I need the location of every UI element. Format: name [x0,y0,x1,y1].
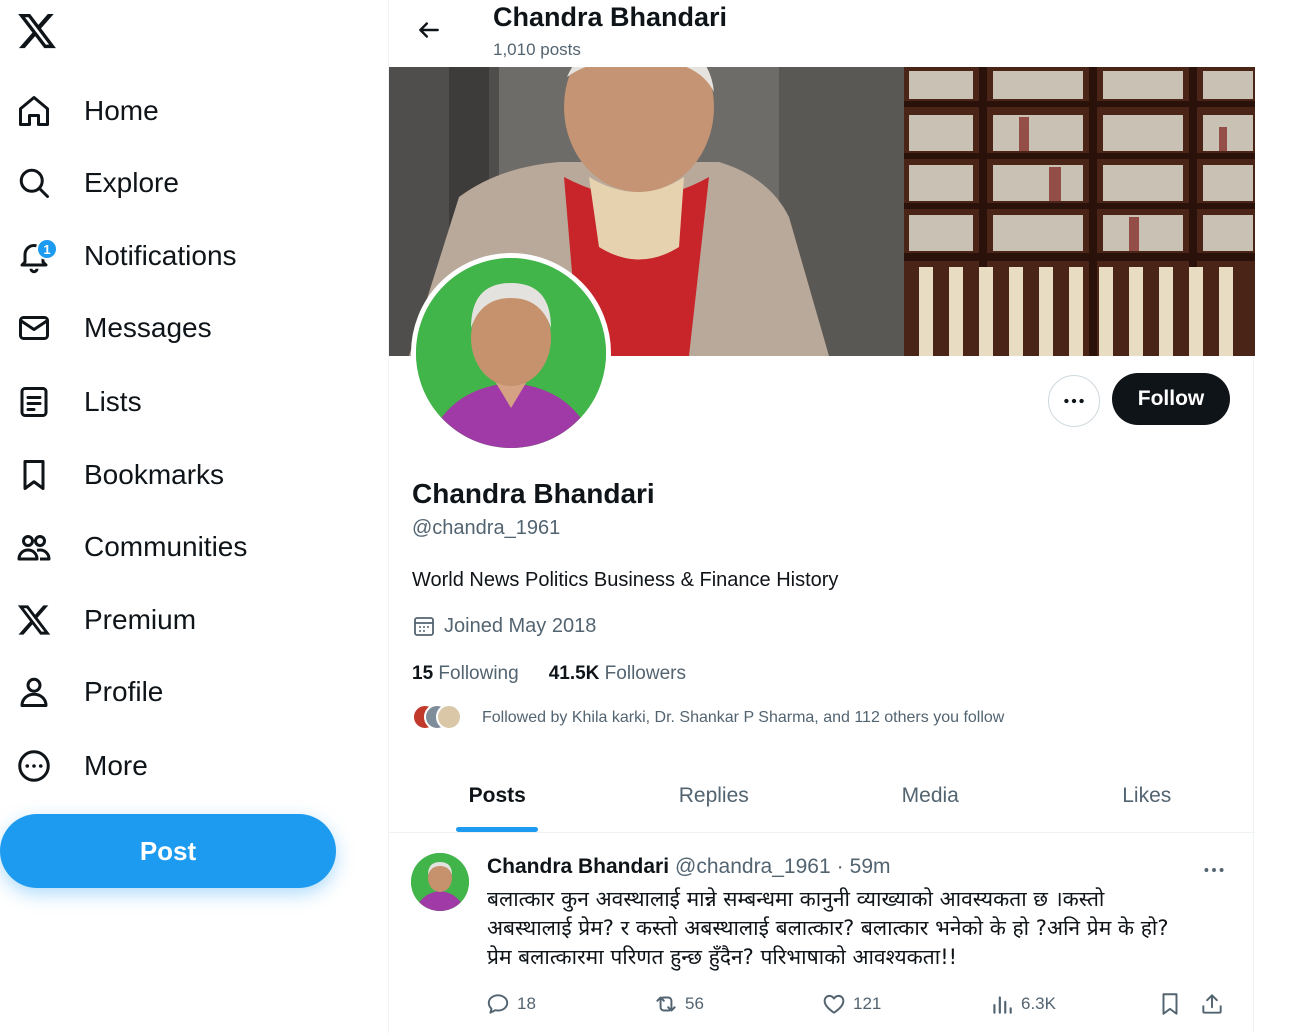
tab-posts[interactable]: Posts [389,760,606,832]
list-icon [14,382,54,422]
like-button[interactable]: 121 [821,991,881,1017]
repost-count: 56 [685,994,704,1013]
sidebar-item-label: Profile [84,676,164,707]
follow-button[interactable]: Follow [1112,373,1230,425]
tab-label: Posts [468,784,526,807]
profile-header: Chandra Bhandari 1,010 posts [389,0,1255,67]
bell-icon: 1 [14,236,58,276]
bookmark-button[interactable] [1157,991,1183,1017]
header-post-count: 1,010 posts [493,40,581,59]
sidebar: Home Explore 1 Notifications Messages Li… [0,0,388,1033]
tab-media[interactable]: Media [822,760,1039,832]
tweet-author-handle[interactable]: @chandra_1961 [675,855,831,879]
followed-by[interactable]: Followed by Khila karki, Dr. Shankar P S… [412,704,1004,732]
sidebar-item-label: Explore [84,167,179,198]
share-button[interactable] [1199,991,1225,1017]
home-icon [14,91,54,131]
tweet-more-icon[interactable] [1201,857,1227,888]
followers-label: Followers [604,663,686,684]
tab-label: Media [901,784,959,807]
sidebar-item-label: Home [84,95,159,126]
repost-button[interactable]: 56 [653,991,704,1017]
search-icon [14,163,54,203]
sidebar-item-notifications[interactable]: 1 Notifications [14,228,253,284]
back-arrow-icon[interactable] [411,12,447,48]
more-circle-icon [14,746,54,786]
sidebar-item-label: Communities [84,531,248,562]
avatar [436,704,462,730]
views-button[interactable]: 6.3K [989,991,1056,1017]
profile-handle: @chandra_1961 [412,517,561,539]
tweet-author-name[interactable]: Chandra Bhandari [487,855,669,879]
followed-by-text: Followed by Khila karki, Dr. Shankar P S… [482,709,1005,726]
x-logo-icon [14,600,54,640]
reply-icon [487,994,509,1014]
view-count: 6.3K [1021,994,1056,1013]
following-count: 15 [412,663,434,684]
sidebar-item-messages[interactable]: Messages [14,300,228,356]
sidebar-item-bookmarks[interactable]: Bookmarks [14,447,240,503]
mail-icon [14,308,54,348]
tweet-text-line: अबस्थालाई प्रेम? र कस्तो अबस्थालाई बलात्… [487,916,1169,940]
avatar[interactable] [411,853,469,911]
sidebar-item-premium[interactable]: Premium [14,592,212,648]
tab-label: Replies [678,784,749,807]
tweet-text: बलात्कार कुन अवस्थालाई मान्ने सम्बन्धमा … [487,885,1227,972]
more-options-button[interactable] [1048,375,1100,427]
tweet-time[interactable]: 59m [850,855,891,879]
tweet-header: Chandra Bhandari @chandra_1961 · 59m [487,855,891,879]
tweet-text-line: बलात्कार कुन अवस्थालाई मान्ने सम्बन्धमा … [487,887,1105,911]
heart-icon [823,994,845,1014]
profile-bio: World News Politics Business & Finance H… [412,569,839,591]
like-count: 121 [853,994,882,1013]
tweet-text-line: प्रेम बलात्कारमा परिणत हुन्छ हुँदैन? परि… [487,945,958,969]
person-icon [14,672,54,712]
followed-by-avatars [412,704,468,732]
views-icon [993,996,1012,1014]
tab-likes[interactable]: Likes [1039,760,1256,832]
tab-replies[interactable]: Replies [606,760,823,832]
share-icon [1202,994,1222,1014]
following-label: Following [438,663,519,684]
sidebar-item-profile[interactable]: Profile [14,664,179,720]
sidebar-item-more[interactable]: More [14,738,164,794]
repost-icon [656,996,676,1012]
profile-avatar[interactable] [411,253,611,453]
sidebar-item-label: Messages [84,312,212,343]
tweet-actions: 18 56 121 6.3K [485,991,1225,1021]
joined-date: Joined May 2018 [444,614,597,637]
sidebar-item-label: Notifications [84,240,237,271]
sidebar-item-explore[interactable]: Explore [14,155,195,211]
profile-joined: Joined May 2018 [412,614,596,638]
bookmark-icon [14,455,54,495]
tab-label: Likes [1122,784,1172,807]
header-name: Chandra Bhandari [493,2,728,32]
followers-count: 41.5K [548,663,600,684]
calendar-icon [414,617,434,636]
tweet-separator: · [836,855,844,878]
profile-main: Chandra Bhandari 1,010 posts Follow Chan… [388,0,1255,1033]
x-logo-icon[interactable] [14,8,60,54]
profile-tabs: Posts Replies Media Likes [389,760,1255,833]
reply-count: 18 [517,994,536,1013]
tweet[interactable]: Chandra Bhandari @chandra_1961 · 59m बला… [389,833,1255,1033]
sidebar-item-home[interactable]: Home [14,83,175,139]
more-dots-icon [1064,398,1084,404]
sidebar-item-label: Premium [84,604,197,635]
sidebar-item-communities[interactable]: Communities [14,519,263,575]
followers-link[interactable]: 41.5K Followers [549,663,686,685]
notification-badge: 1 [36,238,58,260]
profile-name: Chandra Bhandari [412,478,655,509]
follow-stats: 15 Following 41.5K Followers [412,663,686,685]
people-icon [14,527,54,567]
reply-button[interactable]: 18 [485,991,536,1017]
active-tab-indicator [456,827,539,832]
following-link[interactable]: 15 Following [412,663,519,685]
sidebar-item-label: Lists [84,386,142,417]
sidebar-item-label: Bookmarks [84,459,225,490]
sidebar-item-label: More [84,750,148,781]
bookmark-icon [1162,993,1178,1015]
post-button[interactable]: Post [0,814,336,888]
sidebar-item-lists[interactable]: Lists [14,374,158,430]
